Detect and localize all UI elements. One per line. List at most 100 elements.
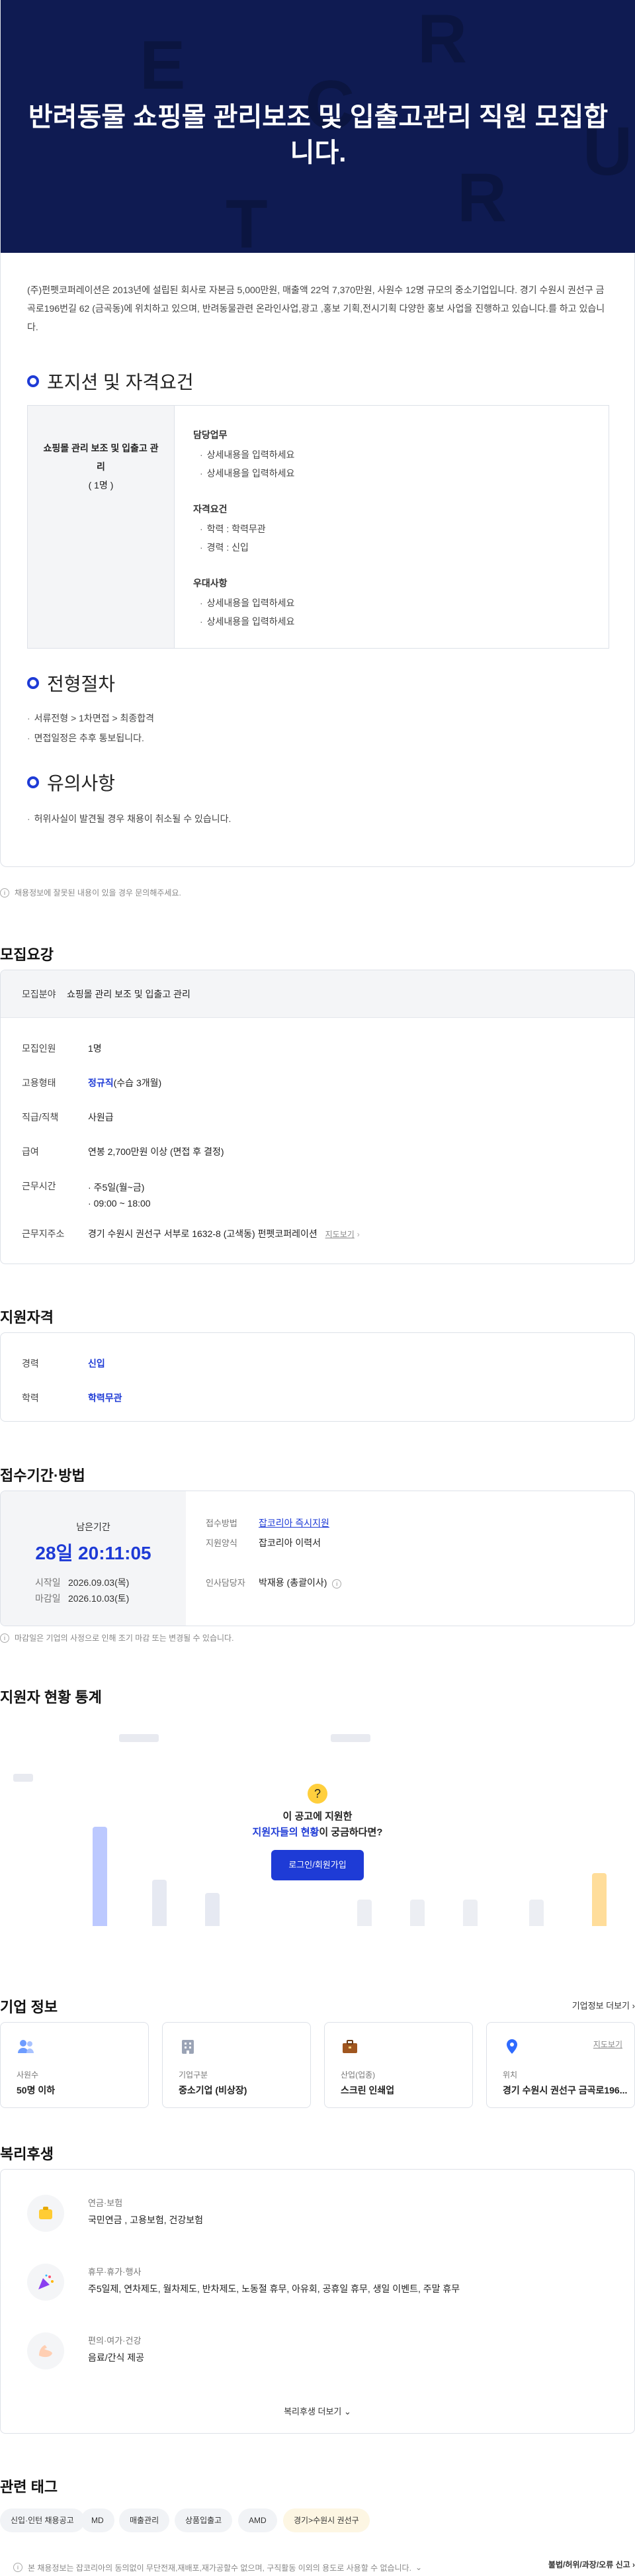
tag-chip[interactable]: 경기>수원시 권선구 [283, 2508, 370, 2532]
stat-bar [205, 1893, 220, 1926]
section-title-stats: 지원자 현황 통계 [0, 1689, 102, 1706]
summary-field-row: 모집분야 쇼핑몰 관리 보조 및 입출고 관리 [1, 970, 634, 1018]
section-title-position: 포지션 및 자격요건 [27, 368, 194, 394]
summary-card: 모집분야 쇼핑몰 관리 보조 및 입출고 관리 모집인원 1명 고용형태 정규직… [0, 970, 635, 1264]
position-table: 쇼핑몰 관리 보조 및 입출고 관리 ( 1명 ) 담당업무 상세내용을 입력하… [27, 405, 609, 649]
piggy-bank-icon [27, 2195, 64, 2232]
job-posting-card: E R C U T R 반려동물 쇼핑몰 관리보조 및 입출고관리 직원 모집합… [0, 0, 635, 867]
company-card-employees: 사원수 50명 이하 [0, 2022, 149, 2108]
circle-bullet-icon [27, 375, 39, 387]
info-icon: i [13, 2563, 22, 2572]
info-icon: i [0, 888, 9, 897]
work-address: 경기 수원시 권선구 서부로 1632-8 (고색동) 펀펫코퍼레이션 지도보기… [88, 1228, 360, 1239]
salary-value: 연봉 2,700만원 이상 (면접 후 결정) [88, 1146, 224, 1157]
hero-banner: E R C U T R 반려동물 쇼핑몰 관리보조 및 입출고관리 직원 모집합… [1, 0, 635, 253]
location-pin-icon [507, 2039, 517, 2054]
list-item: 상세내용을 입력하세요 [193, 612, 590, 631]
tag-chip[interactable]: 신입·인턴 채용공고 [0, 2508, 85, 2532]
caution-list: 허위사실이 발견될 경우 채용이 취소될 수 있습니다. [27, 809, 232, 829]
position-count: ( 1명 ) [88, 480, 114, 490]
employment-type: 정규직(수습 3개월) [88, 1078, 162, 1088]
circle-bullet-icon [27, 677, 39, 689]
position-detail-cell: 담당업무 상세내용을 입력하세요 상세내용을 입력하세요 자격요건 학력 : 학… [175, 406, 609, 648]
circle-bullet-icon [27, 776, 39, 788]
copyright-notice: i 본 채용정보는 잡코리아의 동의없이 무단전재,재배포,재가공할수 없으며,… [0, 2559, 635, 2576]
chevron-right-icon: › [632, 2001, 635, 2011]
section-title-summary: 모집요강 [0, 946, 54, 963]
report-link[interactable]: 불법/허위/과장/오류 신고 › [548, 2559, 635, 2570]
chevron-down-icon: ⌄ [344, 2407, 351, 2416]
company-more-link[interactable]: 기업정보 더보기 › [572, 1999, 635, 2011]
muscle-icon [27, 2332, 64, 2369]
section-title-process: 전형절차 [27, 670, 115, 696]
position-name: 쇼핑몰 관리 보조 및 입출고 관리 [43, 443, 159, 472]
login-prompt: ? 이 공고에 지원한 지원자들의 현황이 궁금하다면? 로그인/회원가입 [235, 1784, 400, 1880]
stat-bar [529, 1900, 544, 1926]
apply-card: 남은기간 28일 20:11:05 시작일 2026.09.03(목) 마감일 20… [0, 1491, 635, 1626]
section-title-apply: 접수기간·방법 [0, 1467, 85, 1484]
process-list: 서류전형 > 1차면접 > 최종합격 면접일정은 추후 통보됩니다. [27, 708, 154, 748]
info-icon: i [0, 1633, 9, 1643]
report-notice[interactable]: i 채용정보에 잘못된 내용이 있을 경우 문의해주세요. [0, 887, 181, 898]
applicant-stats-locked: ? 이 공고에 지원한 지원자들의 현황이 궁금하다면? 로그인/회원가입 [0, 1721, 635, 1939]
stat-bar [592, 1873, 607, 1926]
chevron-right-icon: › [632, 2560, 635, 2569]
stat-bar [152, 1880, 167, 1926]
position-name-cell: 쇼핑몰 관리 보조 및 입출고 관리 ( 1명 ) [28, 406, 175, 648]
preferences-group: 우대사항 상세내용을 입력하세요 상세내용을 입력하세요 [193, 575, 590, 631]
party-popper-icon [27, 2264, 64, 2301]
chevron-down-icon[interactable]: ⌄ [415, 2563, 422, 2572]
hero-letter: E [140, 27, 186, 104]
apply-method-link[interactable]: 잡코리아 즉시지원 [259, 1516, 329, 1530]
experience-value: 신입 [88, 1358, 105, 1369]
tag-chip[interactable]: MD [81, 2508, 114, 2532]
list-item: 상세내용을 입력하세요 [193, 594, 590, 612]
posting-title: 반려동물 쇼핑몰 관리보조 및 입출고관리 직원 모집합니다. [28, 103, 609, 167]
end-date: 마감일 2026.10.03(토) [35, 1593, 130, 1604]
stat-bar [93, 1827, 107, 1926]
stat-bar [357, 1900, 372, 1926]
welfare-more-button[interactable]: 복리후생 더보기 ⌄ [1, 2405, 634, 2417]
hero-letter: T [226, 186, 268, 253]
countdown-timer: 28일 20:11:05 [35, 1543, 151, 1563]
work-hours: · 주5일(월~금) · 09:00 ~ 18:00 [88, 1182, 151, 1209]
chevron-right-icon: › [357, 1230, 360, 1239]
headcount-value: 1명 [88, 1043, 102, 1054]
requirements-group: 자격요건 학력 : 학력무관 경력 : 신입 [193, 501, 590, 557]
deadline-notice: i 마감일은 기업의 사정으로 인해 조기 마감 또는 변경될 수 있습니다. [0, 1632, 233, 1643]
list-item: 상세내용을 입력하세요 [193, 464, 590, 483]
section-title-welfare: 복리후생 [0, 2146, 54, 2162]
deadline-panel: 남은기간 28일 20:11:05 시작일 2026.09.03(목) 마감일 20… [1, 1491, 186, 1626]
tag-chip[interactable]: 매출관리 [119, 2508, 170, 2532]
company-intro: (주)펀펫코퍼레이션은 2013년에 설립된 회사로 자본금 5,000만원, … [27, 285, 605, 332]
hr-manager: 박재용 (총괄이사) i [259, 1576, 342, 1589]
duties-group: 담당업무 상세내용을 입력하세요 상세내용을 입력하세요 [193, 427, 590, 483]
qualification-card: 경력 신입 학력 학력무관 [0, 1332, 635, 1422]
tag-chip[interactable]: 상품입출고 [175, 2508, 233, 2532]
stat-bar [463, 1900, 478, 1926]
section-title-tags: 관련 태그 [0, 2479, 58, 2495]
list-item: 면접일정은 추후 통보됩니다. [27, 728, 154, 748]
company-card-type: 기업구분 중소기업 (비상장) [162, 2022, 311, 2108]
people-icon [18, 2040, 34, 2053]
section-title-company: 기업 정보 [0, 1999, 58, 2015]
stat-bar [410, 1900, 425, 1926]
building-icon [182, 2040, 194, 2054]
rank-value: 사원급 [88, 1112, 114, 1123]
list-item: 상세내용을 입력하세요 [193, 445, 590, 464]
login-signup-button[interactable]: 로그인/회원가입 [271, 1850, 364, 1880]
section-title-qualification: 지원자격 [0, 1309, 54, 1326]
education-value: 학력무관 [88, 1393, 122, 1403]
map-link[interactable]: 지도보기 [593, 2039, 622, 2050]
start-date: 시작일 2026.09.03(목) [35, 1577, 130, 1588]
info-icon[interactable]: i [332, 1579, 342, 1588]
welfare-card: 연금·보험 국민연금 , 고용보험, 건강보험 휴무·휴가·행사 주5일제, 연… [0, 2169, 635, 2434]
apply-form-value: 잡코리아 이력서 [259, 1538, 321, 1548]
list-item: 경력 : 신입 [193, 538, 590, 557]
company-card-industry: 산업(업종) 스크린 인쇄업 [324, 2022, 473, 2108]
hero-letter: R [417, 1, 468, 77]
list-item: 학력 : 학력무관 [193, 520, 590, 538]
tag-chip[interactable]: AMD [238, 2508, 277, 2532]
map-link[interactable]: 지도보기 [325, 1230, 355, 1239]
thinking-face-icon: ? [308, 1784, 327, 1804]
